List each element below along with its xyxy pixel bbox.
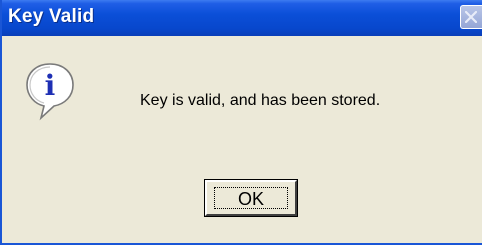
dialog-window: Key Valid i Key is valid, and has been s… — [0, 0, 482, 245]
message-text: Key is valid, and has been stored. — [140, 92, 381, 109]
svg-text:i: i — [45, 69, 56, 102]
close-button[interactable] — [460, 5, 482, 29]
window-title: Key Valid — [8, 6, 95, 27]
ok-button-label: OK — [237, 189, 264, 209]
ok-button[interactable]: OK — [205, 180, 297, 216]
dialog-body: i Key is valid, and has been stored. OK — [2, 36, 482, 243]
information-icon: i — [24, 61, 76, 121]
title-bar[interactable]: Key Valid — [2, 0, 482, 36]
